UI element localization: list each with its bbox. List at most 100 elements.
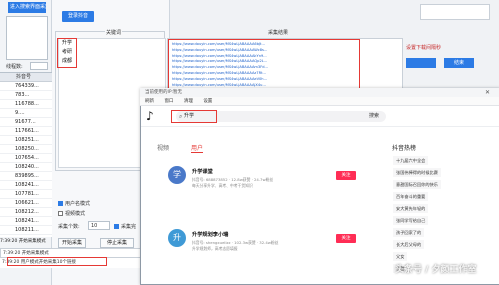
hot-list-item[interactable]: 父女 xyxy=(393,252,408,261)
stop-collect-button[interactable]: 停止采集 xyxy=(100,238,134,248)
opt-video-label: 视频模式 xyxy=(65,211,86,217)
user-name[interactable]: 升学课堂 xyxy=(192,168,213,175)
table-row[interactable]: 108240... xyxy=(0,163,52,172)
hot-list-item[interactable]: 长大后父母的 xyxy=(393,240,425,249)
avatar[interactable]: 学 xyxy=(168,166,186,184)
col-index xyxy=(0,73,14,81)
row-douyin-id: 108241... xyxy=(15,182,39,188)
opt-video-mode[interactable]: 视频模式 xyxy=(58,210,85,217)
table-row[interactable]: 107781... xyxy=(0,190,52,199)
row-douyin-id: 107654... xyxy=(15,155,39,161)
table-row[interactable]: 764339... xyxy=(0,82,52,91)
row-index xyxy=(0,199,14,207)
row-index xyxy=(0,82,14,90)
row-index xyxy=(0,136,14,144)
table-row[interactable]: 108241... xyxy=(0,181,52,190)
end-button[interactable]: 结束 xyxy=(444,58,474,68)
tiktok-logo-icon[interactable]: ♪ xyxy=(146,110,154,122)
hot-list-item[interactable]: 张同学写给自己 xyxy=(393,216,429,225)
table-row[interactable]: 108241... xyxy=(0,217,52,226)
log-highlight-box xyxy=(7,257,107,266)
menu-clear[interactable]: 清理 xyxy=(184,99,193,104)
table-row[interactable]: 106621... xyxy=(0,199,52,208)
save-checkbox[interactable] xyxy=(114,224,119,229)
table-body: 764339... 783... 116788... 9.... 91677... 117… xyxy=(0,82,52,235)
hot-list-item[interactable]: 百年奋斗的重要 xyxy=(393,192,429,201)
row-douyin-id: 839895... xyxy=(15,173,39,179)
row-index xyxy=(0,208,14,216)
right-action-button[interactable] xyxy=(406,58,436,68)
avatar[interactable]: 升 xyxy=(168,229,186,247)
left-log-line: 7:39:20 开始采集模式 xyxy=(0,239,46,244)
count-input[interactable]: 10 xyxy=(88,221,110,230)
search-button[interactable]: 搜索 xyxy=(369,111,379,122)
tab-user[interactable]: 用户 xyxy=(191,143,203,152)
account-table: 抖音号 764339... 783... 116788... 9.... 91677..… xyxy=(0,72,52,237)
table-row[interactable]: 117661... xyxy=(0,127,52,136)
table-row[interactable]: 108212... xyxy=(0,208,52,217)
opt-user-mode[interactable]: 用户名模式 xyxy=(58,200,90,207)
row-douyin-id: 91677... xyxy=(15,119,36,125)
hot-list-item[interactable]: 意甜国际召回你的快乐 xyxy=(393,180,441,189)
hot-list-item[interactable]: 安大黄先年轻的 xyxy=(393,204,429,213)
video-mode-checkbox[interactable] xyxy=(58,211,63,216)
thread-input[interactable] xyxy=(30,62,48,70)
table-row[interactable]: 91677... xyxy=(0,118,52,127)
hot-list-item[interactable]: 孩子回家了的 xyxy=(393,228,425,237)
table-row[interactable]: 108251... xyxy=(0,136,52,145)
row-douyin-id: 108250... xyxy=(15,146,39,152)
hot-list-item[interactable]: 十九届六中全会 xyxy=(393,156,429,165)
table-row[interactable]: 116788... xyxy=(0,100,52,109)
row-douyin-id: 9.... xyxy=(15,110,25,116)
user-desc: 升学规划师，高考志愿填报 xyxy=(192,246,238,251)
menu-window[interactable]: 窗口 xyxy=(164,99,173,104)
table-header: 抖音号 xyxy=(0,73,52,82)
thread-label: 线程数: xyxy=(6,64,23,70)
row-index xyxy=(0,145,14,153)
opt-save[interactable]: 采集完 xyxy=(114,223,136,230)
table-row[interactable]: 108211... xyxy=(0,226,52,235)
result-title: 采集结果 xyxy=(268,30,289,36)
user-name[interactable]: 升学规划李小瑞 xyxy=(192,231,228,238)
opt-user-label: 用户名模式 xyxy=(65,201,91,207)
start-collect-button[interactable]: 开始采集 xyxy=(58,238,86,248)
row-douyin-id: 108251... xyxy=(15,137,39,143)
count-label: 采集个数: xyxy=(58,224,80,230)
table-row[interactable]: 107654... xyxy=(0,154,52,163)
table-row[interactable]: 108250... xyxy=(0,145,52,154)
row-index xyxy=(0,91,14,99)
tab-video[interactable]: 视频 xyxy=(157,143,169,152)
browser-menu: 刷新 窗口 清理 设置 xyxy=(140,97,499,106)
row-douyin-id: 107781... xyxy=(15,191,39,197)
follow-button[interactable]: 关注 xyxy=(336,234,356,243)
user-desc: 每天分享升学、高考、中考干货知识 xyxy=(192,183,253,188)
row-douyin-id: 108240... xyxy=(15,164,39,170)
table-row[interactable]: 9.... xyxy=(0,109,52,118)
user-mode-checkbox[interactable] xyxy=(58,201,63,206)
follow-button[interactable]: 关注 xyxy=(336,171,356,180)
row-douyin-id: 108241... xyxy=(15,218,39,224)
opt-save-label: 采集完 xyxy=(121,224,137,230)
left-text-area[interactable] xyxy=(6,16,48,60)
row-douyin-id: 783... xyxy=(15,92,30,98)
row-douyin-id: 106621... xyxy=(15,200,39,206)
row-douyin-id: 116788... xyxy=(15,101,39,107)
hot-list-item[interactable]: 张国伟捧得的时候比赛 xyxy=(393,168,441,177)
tab-user-underline xyxy=(191,152,203,153)
hot-list-title: 抖音热榜 xyxy=(392,145,417,152)
row-index xyxy=(0,172,14,180)
row-index xyxy=(0,118,14,126)
menu-settings[interactable]: 设置 xyxy=(203,99,212,104)
col-douyin-id: 抖音号 xyxy=(16,74,32,80)
close-icon[interactable]: ✕ xyxy=(485,89,490,96)
row-index xyxy=(0,226,14,234)
search-mode-bar[interactable]: 进入搜索界面采集 xyxy=(8,2,46,13)
right-input-field[interactable] xyxy=(420,4,490,20)
browser-title: 当前使用的IP:暂无 xyxy=(140,88,499,97)
table-row[interactable]: 839895... xyxy=(0,172,52,181)
login-douyin-button[interactable]: 登录抖音 xyxy=(62,11,94,22)
row-douyin-id: 108211... xyxy=(15,227,39,233)
url-highlight-box xyxy=(168,39,360,89)
menu-refresh[interactable]: 刷新 xyxy=(145,99,154,104)
table-row[interactable]: 783... xyxy=(0,91,52,100)
